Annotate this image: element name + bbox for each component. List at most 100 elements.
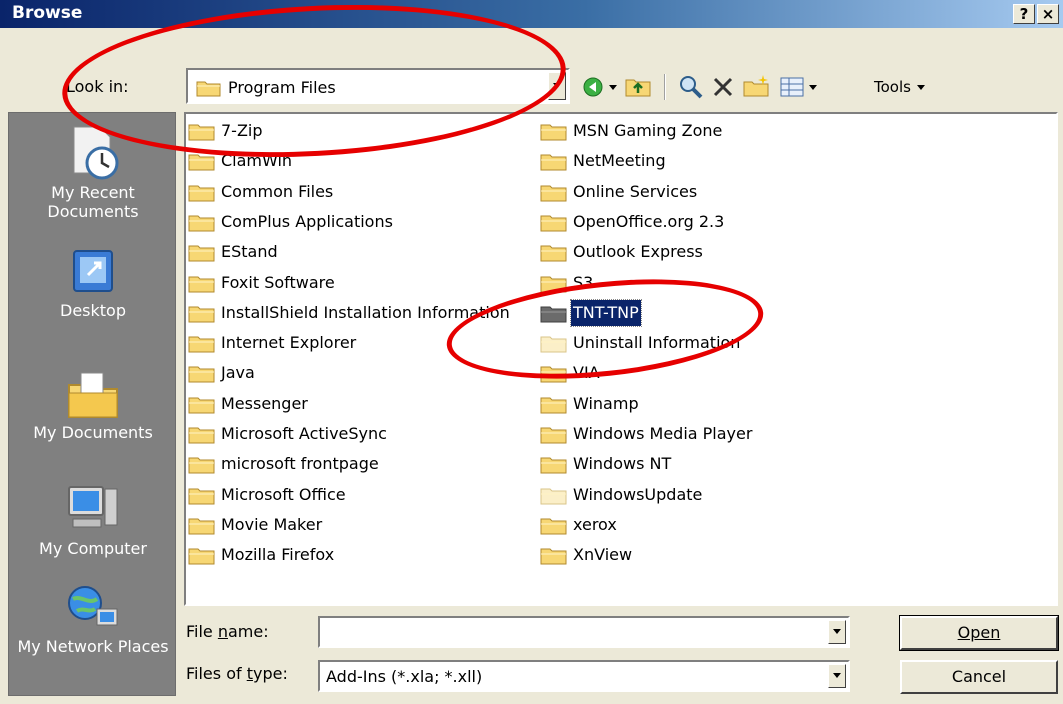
look-in-value: Program Files <box>228 78 336 97</box>
folder-icon <box>188 366 215 383</box>
folder-icon <box>188 276 215 292</box>
folder-icon <box>540 518 567 535</box>
list-item-label: Common Files <box>221 181 334 201</box>
list-item-label: Movie Maker <box>221 514 323 534</box>
folder-icon <box>540 397 567 414</box>
views-dropdown-icon[interactable] <box>808 84 818 92</box>
recent-documents-icon <box>73 126 119 180</box>
folder-icon <box>540 488 567 505</box>
browse-dialog: Browse ? × Look in: Program Files Tools … <box>0 0 1063 704</box>
list-item-label: Messenger <box>221 393 308 413</box>
delete-icon[interactable] <box>712 76 734 98</box>
list-item-label: InstallShield Installation Information <box>221 302 510 322</box>
places-bar: My Recent Documents Desktop My Documents <box>8 112 176 696</box>
place-my-recent-documents[interactable]: My Recent Documents <box>9 123 177 221</box>
folder-icon <box>540 124 567 141</box>
list-item-label: Windows Media Player <box>573 424 753 443</box>
list-item-label: WindowsUpdate <box>573 484 703 504</box>
up-folder-icon[interactable] <box>624 74 652 98</box>
list-item-label: Windows NT <box>573 454 672 474</box>
folder-icon <box>540 366 567 383</box>
folder-icon <box>188 336 215 353</box>
back-dropdown-icon[interactable] <box>608 84 618 92</box>
place-desktop[interactable]: Desktop <box>9 245 177 320</box>
views-icon[interactable] <box>780 76 804 98</box>
place-label: My Computer <box>39 539 147 558</box>
folder-icon <box>188 427 215 444</box>
title-bar[interactable]: Browse ? × <box>0 0 1063 28</box>
look-in-combo[interactable]: Program Files <box>186 68 570 104</box>
folder-icon <box>188 518 215 535</box>
help-button[interactable]: ? <box>1013 4 1035 24</box>
folder-icon <box>188 215 215 232</box>
window-title: Browse <box>12 3 83 23</box>
list-item-label: Outlook Express <box>573 242 703 262</box>
list-item-label: S3 <box>573 272 594 292</box>
file-name-input[interactable] <box>318 616 850 648</box>
network-places-icon <box>68 586 118 626</box>
tools-menu-button[interactable]: Tools <box>874 78 926 96</box>
file-list[interactable]: 7-Zip ClamWin Common Files ComPlus Applicat… <box>184 112 1058 606</box>
list-item-label: microsoft frontpage <box>221 454 379 474</box>
list-item-label: Internet Explorer <box>221 333 357 353</box>
tools-dropdown-icon <box>916 85 925 90</box>
new-folder-icon[interactable] <box>742 74 770 98</box>
list-item-label: ComPlus Applications <box>221 211 393 231</box>
list-item-label: Foxit Software <box>221 272 335 292</box>
folder-icon <box>540 276 567 292</box>
cancel-button[interactable]: Cancel <box>900 660 1058 694</box>
list-item-label: ClamWin <box>221 151 293 171</box>
folder-icon <box>196 81 221 97</box>
folder-icon <box>540 185 567 202</box>
list-item-label: 7-Zip <box>221 121 263 140</box>
folder-icon <box>188 457 215 474</box>
my-computer-icon <box>68 486 118 528</box>
place-label: My Documents <box>33 423 153 442</box>
place-label: My Network Places <box>17 637 169 656</box>
folder-icon <box>540 336 567 353</box>
cancel-label: Cancel <box>951 667 1007 686</box>
place-my-network-places[interactable]: My Network Places <box>9 581 177 656</box>
toolbar-separator <box>664 74 666 100</box>
close-button[interactable]: × <box>1037 4 1059 24</box>
list-item-label: XnView <box>573 545 633 565</box>
list-item-label: NetMeeting <box>573 151 666 171</box>
folder-icon <box>540 548 567 565</box>
list-item-label: Online Services <box>573 181 698 201</box>
list-item-label: VIA <box>573 363 600 383</box>
list-item-label: Java <box>221 363 255 383</box>
list-item-label: Microsoft Office <box>221 484 346 504</box>
place-my-computer[interactable]: My Computer <box>9 479 177 558</box>
list-item-label: TNT-TNP <box>570 298 642 327</box>
open-button[interactable]: Open <box>899 615 1059 651</box>
folder-icon <box>540 154 567 171</box>
folder-icon <box>540 215 567 232</box>
list-item-label: Winamp <box>573 393 639 413</box>
list-item-label: Mozilla Firefox <box>221 545 335 565</box>
files-of-type-dropdown-button[interactable] <box>828 664 846 688</box>
files-of-type-value: Add-Ins (*.xla; *.xll) <box>326 667 483 686</box>
back-icon[interactable] <box>582 76 604 98</box>
place-label: Desktop <box>60 301 126 320</box>
folder-icon <box>540 427 567 444</box>
files-of-type-select[interactable]: Add-Ins (*.xla; *.xll) <box>318 660 850 692</box>
file-name-dropdown-button[interactable] <box>828 620 846 644</box>
folder-icon <box>188 185 215 202</box>
list-item-label: xerox <box>573 514 617 534</box>
search-web-icon[interactable] <box>678 74 704 100</box>
folder-icon <box>540 306 567 323</box>
list-item-label: OpenOffice.org 2.3 <box>573 211 725 231</box>
file-name-label: File name: <box>186 622 269 641</box>
look-in-dropdown-button[interactable] <box>548 72 566 100</box>
look-in-label: Look in: <box>66 77 129 96</box>
place-my-documents[interactable]: My Documents <box>9 363 177 442</box>
folder-icon <box>188 124 215 141</box>
folder-icon <box>540 245 567 262</box>
folder-icon <box>188 245 215 262</box>
open-label: Open <box>957 623 1001 642</box>
list-item-label: EStand <box>221 242 278 262</box>
list-item-label: MSN Gaming Zone <box>573 121 723 140</box>
list-item-label: Microsoft ActiveSync <box>221 424 387 443</box>
folder-icon <box>540 457 567 474</box>
folder-icon <box>188 306 215 323</box>
